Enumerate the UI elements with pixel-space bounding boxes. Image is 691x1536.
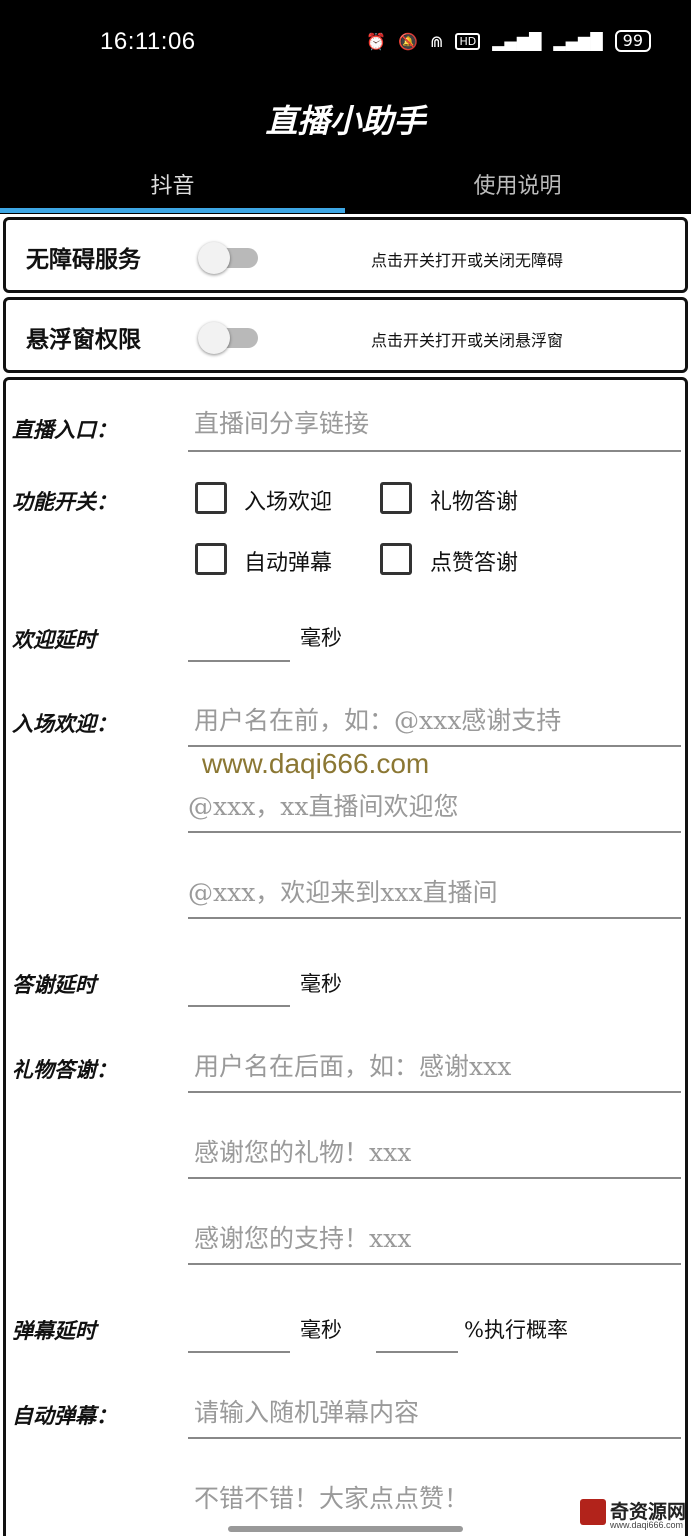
switches-label: 功能开关：	[12, 489, 117, 514]
brand-logo: 奇资源网 www.daqi666.com	[580, 1497, 688, 1535]
switch-thumb	[198, 242, 230, 274]
welcome-delay-unit: 毫秒	[300, 626, 342, 650]
auto-danmaku-label: 自动弹幕：	[12, 1403, 117, 1428]
danmaku-input-1[interactable]: 请输入随机弹幕内容	[188, 1377, 681, 1439]
welcome-text-2: @xxx，xx直播间欢迎您	[188, 792, 459, 821]
accessibility-hint: 点击开关打开或关闭无障碍	[371, 251, 564, 270]
danmaku-delay-unit: 毫秒	[300, 1318, 342, 1342]
app-bar: 直播小助手 抖音 使用说明	[0, 88, 691, 214]
welcome-input-1[interactable]: 用户名在前，如：@xxx感谢支持	[188, 685, 681, 747]
overlay-label: 悬浮窗权限	[26, 326, 141, 353]
watermark: www.daqi666.com	[202, 748, 430, 779]
probability-input[interactable]	[376, 1301, 458, 1353]
welcome-delay-input[interactable]	[188, 610, 290, 662]
checkbox-welcome-label[interactable]: 入场欢迎	[244, 484, 332, 516]
battery-icon: 99	[614, 30, 651, 52]
brand-url: www.daqi666.com	[610, 1520, 684, 1530]
welcome-delay-label: 欢迎延时	[12, 627, 96, 652]
accessibility-card: 无障碍服务 点击开关打开或关闭无障碍	[3, 217, 688, 293]
gift-input-2[interactable]: 感谢您的礼物！xxx	[188, 1117, 681, 1179]
thanks-delay-unit: 毫秒	[300, 972, 342, 996]
danmaku-text-1: 请输入随机弹幕内容	[194, 1398, 420, 1427]
signal-4g-icon: ▂▄▆█	[553, 31, 603, 51]
danmaku-delay-input[interactable]	[188, 1301, 290, 1353]
hd-icon: HD	[455, 32, 481, 50]
status-icons: ⏰ 🔕 ⋒ HD ▂▄▆█ ▂▄▆█ 99	[366, 30, 651, 52]
welcome-label: 入场欢迎：	[12, 711, 117, 736]
gift-text-2: 感谢您的礼物！xxx	[194, 1138, 412, 1167]
gift-input-1[interactable]: 用户名在后面，如：感谢xxx	[188, 1031, 681, 1093]
thanks-delay-input[interactable]	[188, 955, 290, 1007]
accessibility-label: 无障碍服务	[26, 246, 141, 273]
danmaku-delay-label: 弹幕延时	[12, 1318, 96, 1343]
gift-text-1: 用户名在后面，如：感谢xxx	[194, 1052, 512, 1081]
brand-icon	[580, 1499, 606, 1525]
tab-indicator	[0, 208, 345, 213]
gift-label: 礼物答谢：	[12, 1057, 117, 1082]
checkbox-like-thanks-label[interactable]: 点赞答谢	[430, 545, 518, 577]
mute-icon: 🔕	[398, 31, 419, 51]
checkbox-auto-danmaku-label[interactable]: 自动弹幕	[244, 545, 332, 577]
overlay-hint: 点击开关打开或关闭悬浮窗	[371, 331, 564, 350]
checkbox-gift-thanks[interactable]	[380, 482, 412, 514]
entry-placeholder: 直播间分享链接	[194, 409, 370, 438]
checkbox-welcome[interactable]	[195, 482, 227, 514]
checkbox-gift-thanks-label[interactable]: 礼物答谢	[430, 484, 518, 516]
gift-text-3: 感谢您的支持！xxx	[194, 1224, 412, 1253]
probability-unit: %执行概率	[464, 1318, 568, 1342]
thanks-delay-label: 答谢延时	[12, 972, 96, 997]
danmaku-text-2: 不错不错！大家点点赞！	[194, 1484, 470, 1513]
signal-4g-icon: ▂▄▆█	[492, 31, 542, 51]
tab-instructions[interactable]: 使用说明	[345, 168, 690, 200]
status-bar: 16:11:06 ⏰ 🔕 ⋒ HD ▂▄▆█ ▂▄▆█ 99	[0, 0, 691, 88]
alarm-icon: ⏰	[366, 31, 387, 51]
switch-thumb	[198, 322, 230, 354]
welcome-text-3: @xxx，欢迎来到xxx直播间	[188, 878, 498, 907]
welcome-text-1: 用户名在前，如：@xxx感谢支持	[194, 706, 562, 735]
status-time: 16:11:06	[100, 28, 196, 55]
settings-form-card: 直播入口： 直播间分享链接 功能开关： 入场欢迎 礼物答谢 自动弹幕 点赞答谢 …	[3, 377, 688, 1536]
gift-input-3[interactable]: 感谢您的支持！xxx	[188, 1203, 681, 1265]
checkbox-auto-danmaku[interactable]	[195, 543, 227, 575]
tab-douyin[interactable]: 抖音	[0, 168, 345, 200]
app-title: 直播小助手	[265, 102, 426, 140]
checkbox-like-thanks[interactable]	[380, 543, 412, 575]
welcome-input-2[interactable]: @xxx，xx直播间欢迎您	[188, 771, 681, 833]
wifi-icon: ⋒	[430, 31, 444, 51]
welcome-input-3[interactable]: @xxx，欢迎来到xxx直播间	[188, 857, 681, 919]
home-indicator[interactable]	[228, 1526, 463, 1532]
overlay-card: 悬浮窗权限 点击开关打开或关闭悬浮窗	[3, 297, 688, 373]
entry-label: 直播入口：	[12, 417, 117, 442]
accessibility-switch[interactable]	[198, 242, 260, 274]
entry-input[interactable]: 直播间分享链接	[188, 390, 681, 452]
overlay-switch[interactable]	[198, 322, 260, 354]
